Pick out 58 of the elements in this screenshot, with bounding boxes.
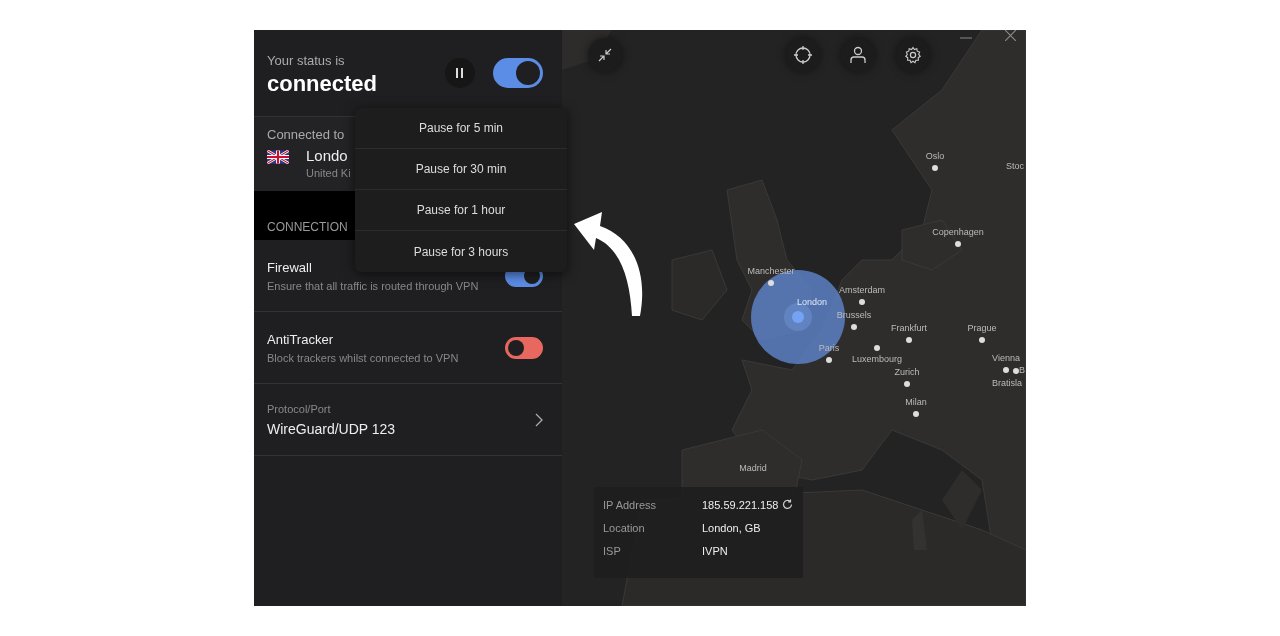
city-label: Zurich (894, 367, 920, 378)
city-label: Amsterdam (839, 285, 885, 296)
city-dot[interactable] (904, 381, 910, 387)
city-dot[interactable] (1003, 367, 1009, 373)
city-label: Milan (905, 397, 927, 408)
setting-title: AntiTracker (267, 331, 334, 347)
server-city: Londo (306, 147, 349, 164)
status-value: connected (267, 71, 378, 97)
menu-item[interactable]: Pause for 30 min (355, 149, 567, 190)
setting-title: Firewall (267, 259, 313, 275)
section-header: CONNECTION (267, 220, 348, 234)
city-dot[interactable] (906, 337, 912, 343)
server-country: United Ki (306, 167, 351, 179)
info-label: IP Address (603, 498, 657, 511)
city-label: London (797, 297, 827, 308)
city-label: Copenhagen (932, 227, 984, 238)
setting-label: Protocol/Port (267, 402, 332, 415)
pause-icon (455, 67, 465, 79)
info-label: Location (603, 521, 646, 534)
info-value: London, GB (702, 521, 761, 534)
menu-item[interactable]: Pause for 3 hours (355, 231, 567, 272)
city-label: Oslo (925, 151, 945, 162)
setting-value: WireGuard/UDP 123 (267, 420, 397, 437)
city-dot[interactable] (1013, 368, 1019, 374)
setting-description: Block trackers whilst connected to VPN (267, 351, 460, 364)
chevron-right-icon[interactable] (535, 412, 543, 427)
setting-description: Ensure that all traffic is routed through VPN (267, 279, 480, 292)
city-label: Frankfurt (891, 323, 927, 334)
city-label: Prague (967, 323, 997, 334)
city-label: Madrid (739, 463, 767, 474)
city-label: Manchester (747, 266, 795, 277)
status-label: Your status is (267, 53, 345, 68)
refresh-icon[interactable] (782, 499, 794, 510)
city-dot[interactable] (851, 324, 857, 330)
info-label: ISP (603, 544, 622, 557)
connected-label: Connected to (267, 127, 345, 142)
flag-icon (267, 150, 289, 164)
menu-item[interactable]: Pause for 1 hour (355, 190, 567, 231)
city-label: B (1019, 365, 1025, 376)
info-value: IVPN (702, 544, 728, 557)
setting-toggle[interactable] (505, 336, 543, 359)
city-dot[interactable] (826, 357, 832, 363)
city-label: Bratisla (992, 378, 1022, 389)
connection-toggle[interactable] (493, 58, 543, 88)
city-dot[interactable] (932, 165, 938, 171)
city-label: Luxembourg (852, 354, 902, 365)
city-label: Stoc (1006, 161, 1024, 172)
city-dot[interactable] (913, 411, 919, 417)
city-label: Vienna (992, 353, 1020, 364)
city-dot[interactable] (768, 280, 774, 286)
close-icon[interactable] (1005, 30, 1016, 41)
city-dot[interactable] (874, 345, 880, 351)
info-value: 185.59.221.158 (702, 498, 779, 511)
pause-button[interactable] (445, 58, 475, 88)
city-dot[interactable] (979, 337, 985, 343)
city-dot[interactable] (859, 299, 865, 305)
city-dot[interactable] (955, 241, 961, 247)
menu-item[interactable]: Pause for 5 min (355, 108, 567, 149)
